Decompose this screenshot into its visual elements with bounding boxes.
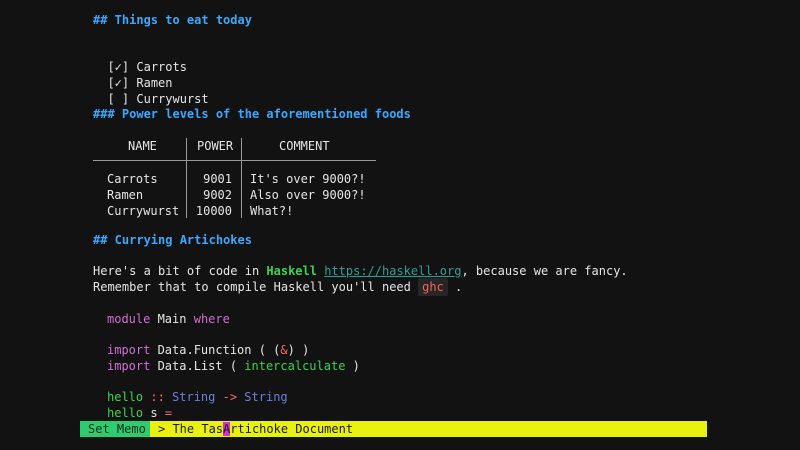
status-bar: Set Memo > The TasArtichoke Document xyxy=(80,421,707,437)
code-text: Main xyxy=(150,312,194,326)
code-text: ) ) xyxy=(287,343,310,357)
heading-currying-artichokes: ## Currying Artichokes xyxy=(93,233,252,247)
paragraph-text: Here's a bit of code in xyxy=(93,264,267,278)
table-cell-comment: What?! xyxy=(250,204,294,218)
code-text: s xyxy=(143,406,165,420)
code-line: hello s = xyxy=(107,405,172,421)
paragraph-text: Remember that to compile Haskell you'll … xyxy=(93,280,419,294)
table-cell-name: Currywurst xyxy=(107,204,180,218)
code-function: hello xyxy=(107,390,144,404)
table-cell-power: 9001 xyxy=(203,172,232,186)
code-text: Data.List ( xyxy=(150,359,245,373)
code-line: import Data.List ( intercalculate ) xyxy=(107,358,360,374)
code-text: ) xyxy=(345,359,360,373)
checkbox-unchecked-icon[interactable]: [ ] xyxy=(107,92,129,106)
table-column-divider xyxy=(241,138,242,218)
table-cell-name: Carrots xyxy=(107,172,158,186)
table-cell-name: Ramen xyxy=(107,188,144,202)
mode-badge: Set Memo xyxy=(80,421,150,437)
code-text: Data.Function ( ( xyxy=(150,343,281,357)
table-header-power: POWER xyxy=(197,139,234,153)
code-keyword: module xyxy=(107,312,151,326)
code-operator: :: xyxy=(143,390,165,404)
paragraph-compile-note: Remember that to compile Haskell you'll … xyxy=(93,278,463,296)
code-function: hello xyxy=(107,406,144,420)
paragraph-text: , because we are fancy. xyxy=(461,264,628,278)
checklist-item[interactable]: [✓] Carrots xyxy=(93,43,187,74)
checklist-label: Currywurst xyxy=(136,92,209,106)
table-cell-power: 10000 xyxy=(195,204,232,218)
table-cell-comment: Also over 9000?! xyxy=(250,188,366,202)
inline-code-ghc: ghc xyxy=(418,278,448,296)
heading-things-to-eat: ## Things to eat today xyxy=(93,13,252,27)
checklist-item[interactable]: [✓] Ramen xyxy=(93,59,172,90)
code-operator: -> xyxy=(215,390,238,404)
table-header-name: NAME xyxy=(128,139,157,153)
code-operator: & xyxy=(280,343,288,357)
bold-haskell: Haskell xyxy=(266,264,317,278)
paragraph-intro: Here's a bit of code in Haskell https://… xyxy=(93,263,628,279)
checklist-item[interactable]: [ ] Currywurst xyxy=(93,75,208,106)
code-line: import Data.Function ( (&) ) xyxy=(107,342,309,358)
haskell-link[interactable]: https://haskell.org xyxy=(324,264,461,278)
code-type: String xyxy=(237,390,288,404)
code-operator: = xyxy=(164,406,173,420)
table-cell-comment: It's over 9000?! xyxy=(250,172,366,186)
code-line: hello :: String -> String xyxy=(107,389,288,405)
memo-input[interactable]: > The TasArtichoke Document xyxy=(150,421,707,437)
code-type: String xyxy=(164,390,216,404)
prompt-text: rtichoke Document xyxy=(230,422,354,436)
table-column-divider xyxy=(186,138,187,218)
code-keyword: where xyxy=(193,312,230,326)
code-keyword: import xyxy=(107,359,151,373)
code-function: intercalculate xyxy=(244,359,346,373)
code-line: module Main where xyxy=(107,311,230,327)
table-header-divider xyxy=(93,160,376,161)
table-cell-power: 9002 xyxy=(203,188,232,202)
paragraph-text: . xyxy=(447,280,463,294)
prompt-text: > The Tas xyxy=(158,422,224,436)
heading-power-levels: ### Power levels of the aforementioned f… xyxy=(93,107,411,121)
code-keyword: import xyxy=(107,343,151,357)
table-header-comment: COMMENT xyxy=(279,139,330,153)
